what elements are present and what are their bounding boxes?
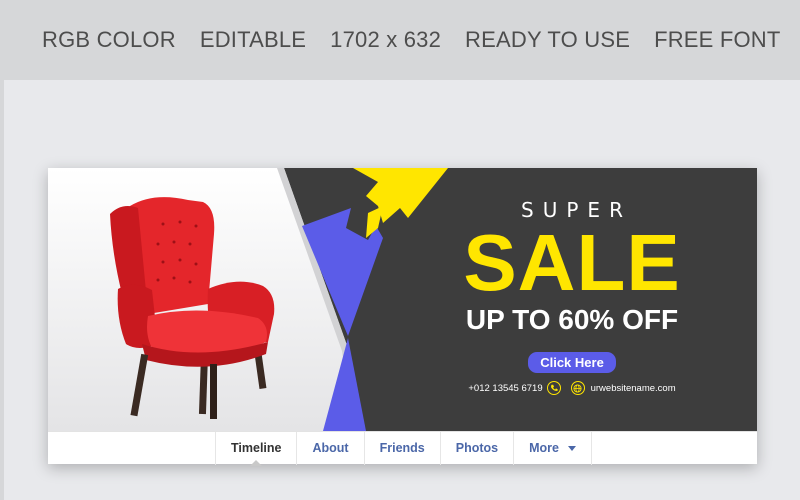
tab-friends[interactable]: Friends — [363, 432, 440, 465]
cover-card: SUPER SALE UP TO 60% OFF Click Here +012… — [48, 168, 757, 466]
feature-rgb: RGB COLOR — [42, 27, 176, 52]
left-divider — [0, 80, 4, 500]
offer-text: UP TO 60% OFF — [465, 304, 679, 335]
feature-ready: READY TO USE — [465, 27, 631, 52]
cover-banner: SUPER SALE UP TO 60% OFF Click Here +012… — [48, 168, 757, 431]
feature-size: 1702 x 632 — [330, 27, 442, 52]
feature-bar: RGB COLOR EDITABLE 1702 x 632 READY TO U… — [0, 0, 800, 80]
phone-number: +012 13545 6719 — [468, 382, 543, 394]
tab-timeline-label: Timeline — [231, 441, 282, 455]
tab-about-label: About — [312, 441, 349, 455]
tab-photos-label: Photos — [455, 441, 499, 455]
tab-more-label: More — [529, 441, 559, 455]
tab-about[interactable]: About — [296, 432, 363, 465]
promo-block: SUPER SALE UP TO 60% OFF Click Here +012… — [452, 198, 692, 395]
profile-tabs: Timeline About Friends Photos More — [48, 431, 757, 466]
tab-timeline[interactable]: Timeline — [215, 432, 296, 466]
chair-image — [110, 197, 275, 419]
feature-editable: EDITABLE — [199, 27, 307, 52]
globe-icon — [570, 381, 585, 395]
phone-icon — [546, 381, 561, 395]
website-url: urwebsitename.com — [590, 382, 676, 394]
active-tab-caret — [250, 460, 263, 466]
feature-font: FREE FONT — [654, 27, 781, 52]
tab-friends-label: Friends — [379, 441, 425, 455]
click-here-button[interactable]: Click Here — [528, 352, 616, 373]
tab-more[interactable]: More — [513, 432, 593, 465]
tab-photos[interactable]: Photos — [439, 432, 513, 465]
chevron-down-icon — [568, 446, 577, 452]
contact-line: +012 13545 6719 urwebsitename.com — [452, 381, 692, 395]
sale-heading: SALE — [463, 218, 681, 307]
